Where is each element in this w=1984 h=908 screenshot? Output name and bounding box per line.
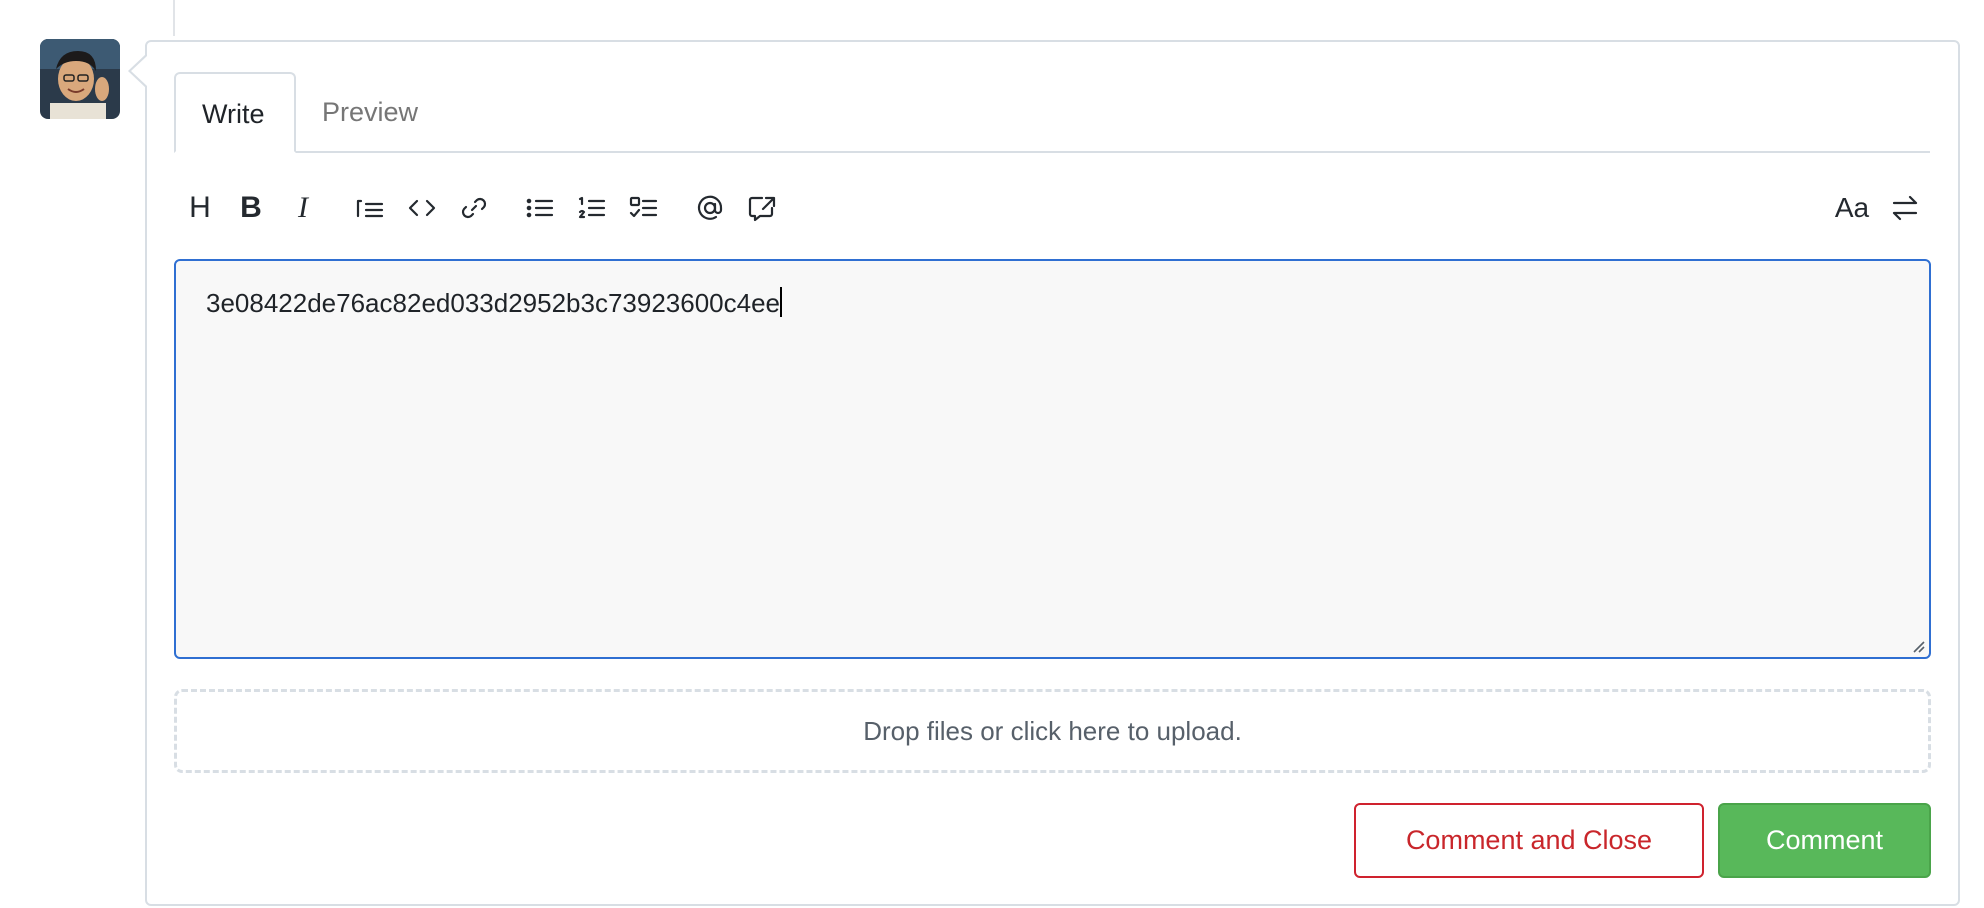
dropzone-label: Drop files or click here to upload. [863,715,1242,746]
mention-icon [697,195,723,220]
switch-button[interactable] [1883,186,1927,230]
reference-button[interactable] [740,186,784,230]
task-list-button[interactable] [622,186,666,230]
heading-button[interactable]: H [178,186,222,230]
bulleted-list-button[interactable] [518,186,562,230]
task-list-icon [629,196,658,218]
switch-icon [1892,195,1918,221]
bold-icon: B [240,191,262,224]
comment-and-close-button[interactable]: Comment and Close [1354,803,1704,878]
mention-button[interactable] [688,186,732,230]
comment-textarea[interactable]: 3e08422de76ac82ed033d2952b3c73923600c4ee [174,259,1931,659]
bulleted-list-icon [526,198,554,218]
link-button[interactable] [452,186,496,230]
text-caret [780,287,783,317]
code-icon [408,199,436,217]
italic-icon: I [298,191,308,224]
text-size-icon: Aa [1834,192,1870,223]
quote-button[interactable] [348,186,392,230]
timeline-line [173,0,175,36]
file-upload-dropzone[interactable]: Drop files or click here to upload. [174,689,1931,773]
reference-icon [748,196,776,222]
heading-icon: H [189,191,211,224]
numbered-list-icon [578,196,606,219]
link-icon [461,197,487,219]
panel-arrow-fill [131,56,147,86]
code-button[interactable] [400,186,444,230]
italic-button[interactable]: I [281,186,325,230]
bold-button[interactable]: B [229,186,273,230]
tab-preview[interactable]: Preview [296,72,444,153]
textarea-value: 3e08422de76ac82ed033d2952b3c73923600c4ee [206,288,781,318]
avatar[interactable] [40,39,120,119]
comment-button[interactable]: Comment [1718,803,1931,878]
tab-write[interactable]: Write [174,72,296,153]
text-size-button[interactable]: Aa [1830,186,1874,230]
numbered-list-button[interactable] [570,186,614,230]
quote-icon [356,199,384,218]
resize-handle-icon[interactable] [1909,637,1925,653]
